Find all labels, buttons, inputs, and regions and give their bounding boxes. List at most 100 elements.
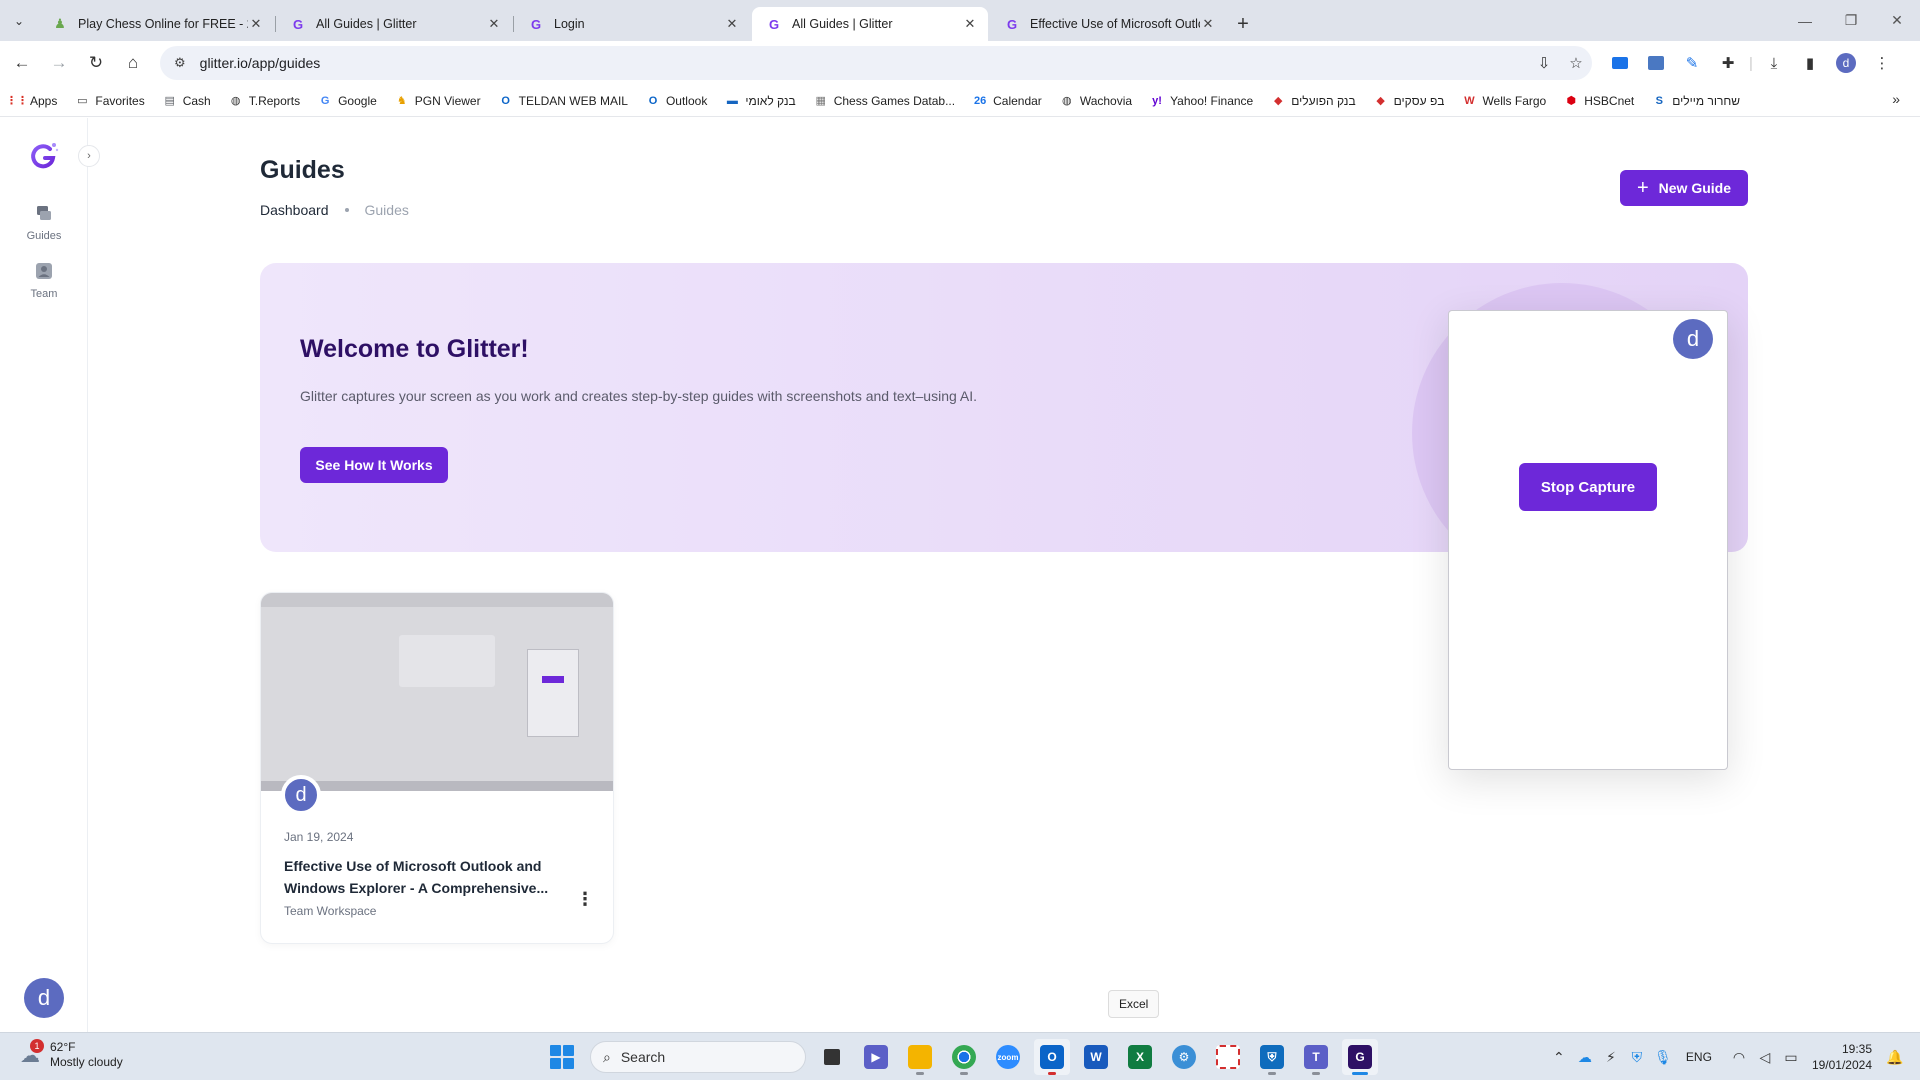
microphone-icon[interactable]: 🎙 bbox=[1650, 1049, 1676, 1066]
bookmark-label: PGN Viewer bbox=[414, 93, 481, 108]
close-tab-icon[interactable]: ✕ bbox=[962, 16, 978, 32]
word-icon[interactable]: W bbox=[1078, 1039, 1114, 1075]
back-icon[interactable]: ← bbox=[7, 48, 37, 78]
bookmark-item[interactable]: ▦ Chess Games Datab... bbox=[814, 94, 956, 108]
reload-icon[interactable]: ↻ bbox=[81, 48, 111, 78]
extension-icon[interactable]: ✎ bbox=[1674, 48, 1710, 78]
install-app-icon[interactable]: ⇩ bbox=[1528, 54, 1560, 72]
zoom-icon[interactable]: zoom bbox=[990, 1039, 1026, 1075]
settings-gear-icon[interactable]: ⚙ bbox=[1166, 1039, 1202, 1075]
glitter-app-icon[interactable]: G bbox=[1342, 1039, 1378, 1075]
clock[interactable]: 19:35 19/01/2024 bbox=[1812, 1041, 1872, 1073]
more-bookmarks-icon[interactable]: » bbox=[1892, 91, 1900, 107]
bookmark-item[interactable]: ◍ Wachovia bbox=[1060, 94, 1132, 108]
close-tab-icon[interactable]: ✕ bbox=[248, 16, 264, 32]
capture-avatar[interactable]: d bbox=[1673, 319, 1713, 359]
snipping-tool-icon[interactable] bbox=[1210, 1039, 1246, 1075]
new-guide-button[interactable]: + New Guide bbox=[1620, 170, 1748, 206]
downloads-icon[interactable]: ⤓ bbox=[1756, 48, 1792, 78]
bookmark-item[interactable]: S שחרור מיילים bbox=[1652, 94, 1740, 108]
browser-tab[interactable]: G Login ✕ bbox=[514, 7, 750, 41]
onedrive-icon[interactable]: ☁ bbox=[1572, 1049, 1598, 1066]
stop-capture-button[interactable]: Stop Capture bbox=[1519, 463, 1657, 511]
excel-icon[interactable]: X bbox=[1122, 1039, 1158, 1075]
weather-widget[interactable]: ☁ 1 62°F Mostly cloudy bbox=[16, 1039, 123, 1070]
apps-grid-icon: ⋮⋮ bbox=[6, 95, 28, 107]
bookmark-item[interactable]: O Outlook bbox=[646, 94, 708, 108]
bookmark-item[interactable]: ♞ PGN Viewer bbox=[395, 94, 481, 108]
task-view-icon[interactable] bbox=[814, 1039, 850, 1075]
guide-title[interactable]: Effective Use of Microsoft Outlook and W… bbox=[284, 855, 564, 899]
chess-db-icon: ▦ bbox=[815, 95, 826, 107]
extension-icon[interactable] bbox=[1638, 48, 1674, 78]
notifications-bell-icon[interactable]: 🔔 bbox=[1882, 1049, 1908, 1066]
bookmark-label: Wachovia bbox=[1079, 93, 1133, 108]
close-tab-icon[interactable]: ✕ bbox=[486, 16, 502, 32]
more-options-icon[interactable]: ⋮ bbox=[573, 887, 597, 911]
expand-sidebar-icon[interactable]: › bbox=[78, 145, 100, 167]
browser-menu-icon[interactable]: ⋮ bbox=[1864, 48, 1900, 78]
start-button-icon[interactable] bbox=[550, 1045, 574, 1069]
extensions-puzzle-icon[interactable]: ✚ bbox=[1710, 48, 1746, 78]
language-indicator[interactable]: ENG bbox=[1686, 1050, 1712, 1064]
bookmark-item[interactable]: ◍ T.Reports bbox=[229, 94, 300, 108]
meet-icon[interactable]: ▶ bbox=[858, 1039, 894, 1075]
bookmark-item[interactable]: ◆ בפ עסקים bbox=[1374, 94, 1444, 108]
close-window-icon[interactable]: ✕ bbox=[1874, 0, 1920, 41]
tab-search-chevron-icon[interactable]: ⌄ bbox=[0, 0, 38, 41]
minimize-icon[interactable]: — bbox=[1782, 0, 1828, 41]
guide-card[interactable]: d Jan 19, 2024 Effective Use of Microsof… bbox=[260, 592, 614, 944]
user-avatar[interactable]: d bbox=[24, 978, 64, 1018]
volume-icon[interactable]: ◁ bbox=[1752, 1049, 1778, 1066]
address-url[interactable]: glitter.io/app/guides bbox=[200, 55, 1528, 71]
site-info-icon[interactable]: ⚙ bbox=[174, 55, 186, 71]
bookmark-item[interactable]: ⬢ HSBCnet bbox=[1564, 94, 1634, 108]
defender-icon[interactable]: ⛨ bbox=[1254, 1039, 1290, 1075]
profile-avatar[interactable]: d bbox=[1828, 48, 1864, 78]
bookmark-item[interactable]: ▤ Cash bbox=[163, 94, 211, 108]
bookmark-item[interactable]: G Google bbox=[318, 94, 377, 108]
battery-icon[interactable]: ▭ bbox=[1778, 1049, 1804, 1066]
outlook-icon[interactable]: O bbox=[1034, 1039, 1070, 1075]
side-panel-icon[interactable]: ▮ bbox=[1792, 48, 1828, 78]
breadcrumb-dashboard[interactable]: Dashboard bbox=[260, 202, 329, 218]
browser-tab[interactable]: ♟ Play Chess Online for FREE - 2 P ✕ bbox=[38, 7, 276, 41]
close-tab-icon[interactable]: ✕ bbox=[724, 16, 740, 32]
forward-icon[interactable]: → bbox=[44, 48, 74, 78]
taskbar-search[interactable]: ⌕ Search bbox=[590, 1041, 806, 1073]
browser-tab[interactable]: G Effective Use of Microsoft Outlo ✕ bbox=[990, 7, 1226, 41]
sidebar-item-guides[interactable]: Guides bbox=[0, 202, 88, 242]
guide-thumbnail[interactable] bbox=[261, 593, 613, 791]
s-icon: S bbox=[1655, 94, 1663, 107]
bookmark-label: T.Reports bbox=[248, 93, 301, 108]
bookmark-item[interactable]: ▭ Favorites bbox=[75, 94, 145, 108]
chevron-up-icon[interactable]: ⌃ bbox=[1546, 1049, 1572, 1066]
bookmark-item[interactable]: ▬ בנק לאומי bbox=[725, 94, 796, 108]
sidebar-item-team[interactable]: Team bbox=[0, 260, 88, 300]
home-icon[interactable]: ⌂ bbox=[118, 48, 148, 78]
wifi-icon[interactable]: ◠ bbox=[1726, 1049, 1752, 1066]
file-explorer-icon[interactable] bbox=[902, 1039, 938, 1075]
bookmark-item[interactable]: 26 Calendar bbox=[973, 94, 1042, 108]
extension-icon[interactable] bbox=[1602, 48, 1638, 78]
browser-tab[interactable]: G All Guides | Glitter ✕ bbox=[276, 7, 514, 41]
clock-date: 19/01/2024 bbox=[1811, 1058, 1872, 1072]
address-bar[interactable]: ⚙ glitter.io/app/guides ⇩ ☆ bbox=[160, 46, 1592, 80]
bookmark-item[interactable]: O TELDAN WEB MAIL bbox=[499, 94, 628, 108]
teams-icon[interactable]: T bbox=[1298, 1039, 1334, 1075]
tray-app-icon[interactable]: ⚡ bbox=[1598, 1049, 1624, 1066]
restore-icon[interactable]: ❐ bbox=[1828, 0, 1874, 41]
chrome-icon[interactable] bbox=[946, 1039, 982, 1075]
bookmark-star-icon[interactable]: ☆ bbox=[1560, 54, 1592, 72]
bookmark-item[interactable]: W Wells Fargo bbox=[1462, 94, 1546, 108]
bookmark-item[interactable]: ⋮⋮ Apps bbox=[6, 94, 57, 108]
glitter-logo-icon[interactable] bbox=[28, 140, 60, 172]
close-tab-icon[interactable]: ✕ bbox=[1200, 16, 1216, 32]
see-how-it-works-button[interactable]: See How It Works bbox=[300, 447, 448, 483]
bookmark-item[interactable]: ◆ בנק הפועלים bbox=[1271, 94, 1356, 108]
calendar-icon: 26 bbox=[973, 94, 987, 107]
bookmark-item[interactable]: y! Yahoo! Finance bbox=[1150, 94, 1253, 108]
security-shield-icon[interactable]: ⛨ bbox=[1624, 1049, 1650, 1066]
browser-tab-active[interactable]: G All Guides | Glitter ✕ bbox=[752, 7, 988, 41]
new-tab-button[interactable]: + bbox=[1228, 7, 1258, 41]
